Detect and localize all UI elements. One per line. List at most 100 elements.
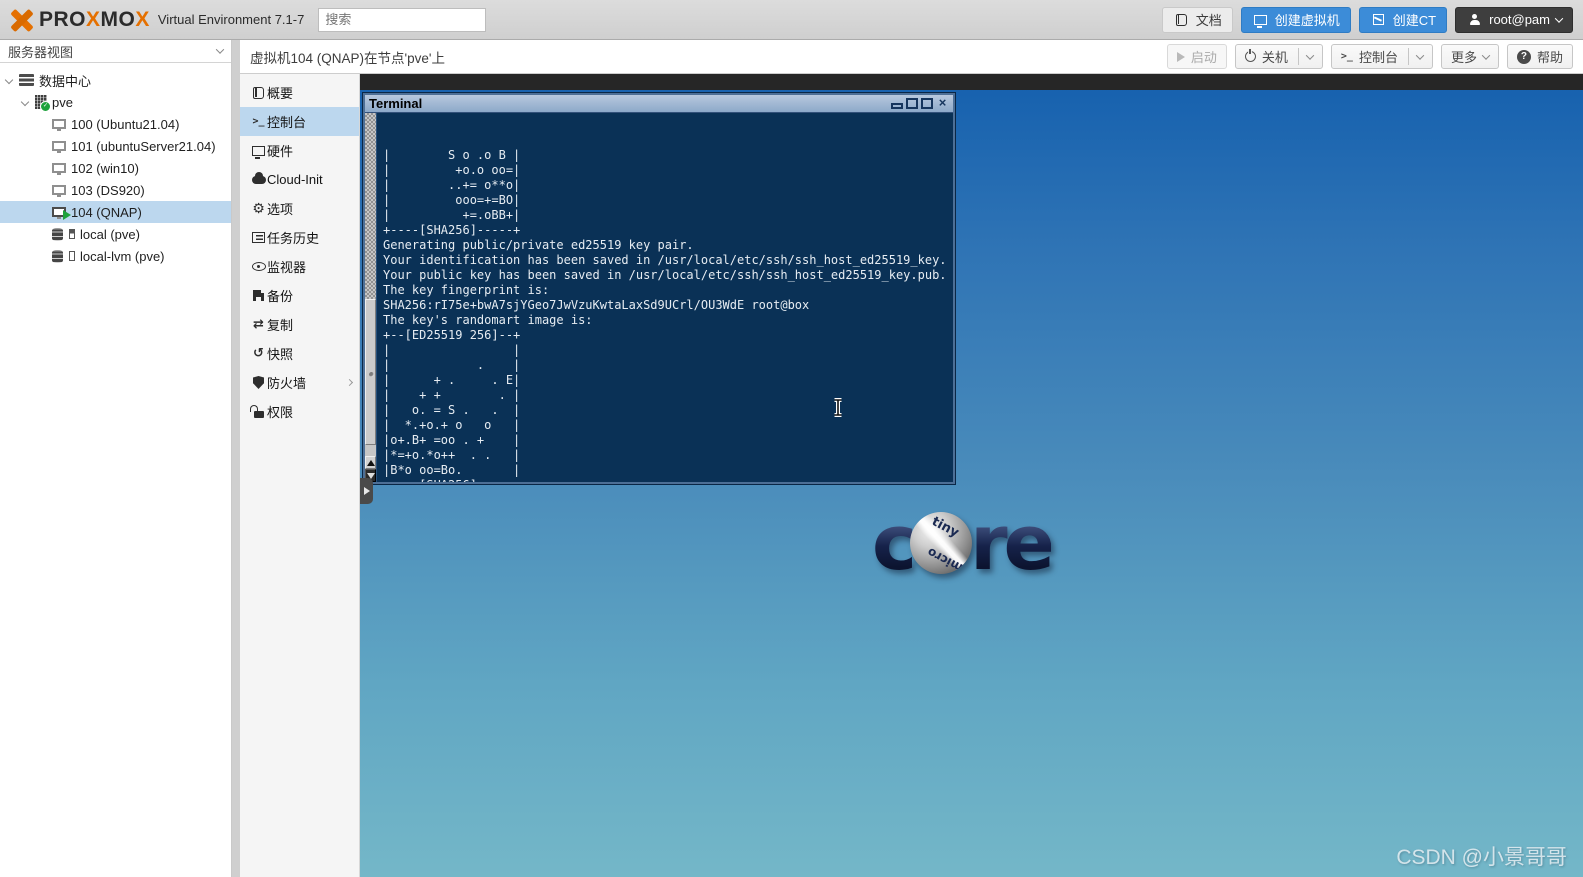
console-split-button[interactable]: 控制台 xyxy=(1330,44,1433,69)
terminal-line: | ..+= o**o| xyxy=(383,178,521,192)
brand-seg-x: X xyxy=(86,7,101,31)
tree-item-storage-local[interactable]: local (pve) xyxy=(0,223,231,245)
console-label: 控制台 xyxy=(1358,50,1398,65)
tree-item-vm-101[interactable]: 101 (ubuntuServer21.04) xyxy=(0,135,231,157)
menu-item-snapshots[interactable]: 快照 xyxy=(240,339,359,368)
vnc-top-black-bar xyxy=(360,74,1583,90)
button-divider xyxy=(1297,48,1299,65)
tree-label: 103 (DS920) xyxy=(71,182,145,198)
book-icon xyxy=(1173,13,1190,26)
create-ct-button[interactable]: 创建CT xyxy=(1358,6,1448,33)
menu-item-permissions[interactable]: 权限 xyxy=(240,397,359,426)
menu-label: 控制台 xyxy=(267,115,307,130)
tree-item-storage-local-lvm[interactable]: local-lvm (pve) xyxy=(0,245,231,267)
tree-item-node-pve[interactable]: pve xyxy=(0,91,231,113)
terminal-line: | S o .o B | xyxy=(383,148,521,162)
vm-icon xyxy=(52,185,66,197)
tree-item-vm-100[interactable]: 100 (Ubuntu21.04) xyxy=(0,113,231,135)
tree-label: 数据中心 xyxy=(39,73,92,89)
terminal-line: Your identification has been saved in /u… xyxy=(383,253,947,267)
terminal-line: | +=.oBB+| xyxy=(383,208,521,222)
start-button[interactable]: 启动 xyxy=(1166,44,1227,69)
tree-item-vm-103[interactable]: 103 (DS920) xyxy=(0,179,231,201)
scrollbar-track[interactable] xyxy=(365,113,376,299)
tree-label: pve xyxy=(52,94,73,110)
menu-item-task-history[interactable]: 任务历史 xyxy=(240,223,359,252)
tree-item-vm-104-selected[interactable]: 104 (QNAP) xyxy=(0,201,231,223)
brand-seg-x: X xyxy=(135,7,150,31)
menu-item-backup[interactable]: 备份 xyxy=(240,281,359,310)
brand-seg: MO xyxy=(100,7,136,31)
view-selector[interactable]: 服务器视图 xyxy=(0,40,231,63)
terminal-icon xyxy=(1341,51,1353,62)
window-controls xyxy=(891,97,949,110)
terminal-line: | *.+o.+ o o | xyxy=(383,418,521,432)
menu-item-hardware[interactable]: 硬件 xyxy=(240,136,359,165)
terminal-titlebar[interactable]: Terminal xyxy=(365,95,953,113)
search-input[interactable] xyxy=(318,7,487,32)
monitor-icon xyxy=(250,145,267,159)
shutdown-label: 关机 xyxy=(1261,50,1288,65)
brand-seg: PRO xyxy=(39,7,87,31)
vnc-controlbar-handle[interactable] xyxy=(360,478,373,504)
minimize-icon[interactable] xyxy=(891,103,903,109)
menu-item-replication[interactable]: 复制 xyxy=(240,310,359,339)
menu-item-monitor[interactable]: 监视器 xyxy=(240,252,359,281)
terminal-line: The key fingerprint is: xyxy=(383,283,550,297)
tree-item-vm-102[interactable]: 102 (win10) xyxy=(0,157,231,179)
more-button[interactable]: 更多 xyxy=(1440,44,1499,69)
tree-item-datacenter[interactable]: 数据中心 xyxy=(0,69,231,91)
documentation-button[interactable]: 文档 xyxy=(1161,6,1233,33)
terminal-line: Your public key has been saved in /usr/l… xyxy=(383,268,947,282)
help-icon xyxy=(1516,49,1531,64)
scrollbar-track-lower[interactable] xyxy=(365,445,376,456)
start-label: 启动 xyxy=(1190,50,1217,65)
terminal-output[interactable]: | S o .o B | | +o.o oo=| | ..+= o**o| | ooo… xyxy=(377,113,953,482)
create-vm-button[interactable]: 创建虚拟机 xyxy=(1240,6,1351,33)
scroll-up-button[interactable] xyxy=(365,456,376,469)
proxmox-app: PROXMOX Virtual Environment 7.1-7 文档 创建虚… xyxy=(0,0,1583,877)
proxmox-logo: PROXMOX Virtual Environment 7.1-7 xyxy=(10,8,304,32)
maximize-icon[interactable] xyxy=(906,98,918,109)
terminal-line: |B*o oo=Bo. | xyxy=(383,463,521,477)
terminal-line: |o+.B+ =oo . + | xyxy=(383,433,521,447)
help-button[interactable]: 帮助 xyxy=(1506,44,1573,69)
expander-icon[interactable] xyxy=(4,75,14,85)
close-icon[interactable] xyxy=(936,97,949,110)
menu-item-options[interactable]: 选项 xyxy=(240,194,359,223)
scrollbar-thumb[interactable] xyxy=(365,299,376,445)
terminal-scrollbar[interactable] xyxy=(365,113,377,482)
expander-icon[interactable] xyxy=(20,97,30,107)
vm-menu: 概要 控制台 硬件 Cloud-Init 选项 任务历史 监视器 备份 xyxy=(240,74,360,877)
documentation-label: 文档 xyxy=(1195,13,1222,28)
power-icon xyxy=(1244,49,1256,62)
menu-item-summary[interactable]: 概要 xyxy=(240,78,359,107)
terminal-window[interactable]: Terminal | S o .o B || xyxy=(362,92,956,485)
terminal-line: The key's randomart image is: xyxy=(383,313,593,327)
user-menu-button[interactable]: root@pam xyxy=(1455,6,1573,33)
menu-item-console-active[interactable]: 控制台 xyxy=(240,107,359,136)
shutdown-split-button[interactable]: 关机 xyxy=(1234,44,1323,69)
chevron-down-icon[interactable] xyxy=(1415,50,1425,60)
tree-label: 100 (Ubuntu21.04) xyxy=(71,116,180,132)
menu-label: 任务历史 xyxy=(267,231,320,246)
restore-icon[interactable] xyxy=(921,98,933,109)
cube-icon xyxy=(1370,14,1387,25)
cloud-icon xyxy=(250,171,267,184)
storage-usage-icon xyxy=(69,251,75,261)
datacenter-icon xyxy=(19,74,34,86)
menu-item-cloud-init[interactable]: Cloud-Init xyxy=(240,165,359,194)
vm-action-buttons: 启动 关机 控制台 更多 帮助 xyxy=(1166,44,1573,69)
menu-item-firewall[interactable]: 防火墙 xyxy=(240,368,359,397)
menu-label: 监视器 xyxy=(267,260,307,275)
menu-label: 防火墙 xyxy=(267,376,307,391)
novnc-console-canvas[interactable]: Terminal | S o .o B || xyxy=(360,74,1583,877)
chevron-down-icon[interactable] xyxy=(1305,50,1315,60)
sidebar-splitter[interactable] xyxy=(232,40,240,877)
environment-version: Virtual Environment 7.1-7 xyxy=(157,12,305,27)
chevron-right-icon xyxy=(345,378,354,387)
storage-icon xyxy=(52,227,63,241)
brand-wordmark: PROXMOX xyxy=(39,8,150,32)
logo-tiny-text: tiny xyxy=(929,514,962,541)
history-icon xyxy=(250,347,267,360)
